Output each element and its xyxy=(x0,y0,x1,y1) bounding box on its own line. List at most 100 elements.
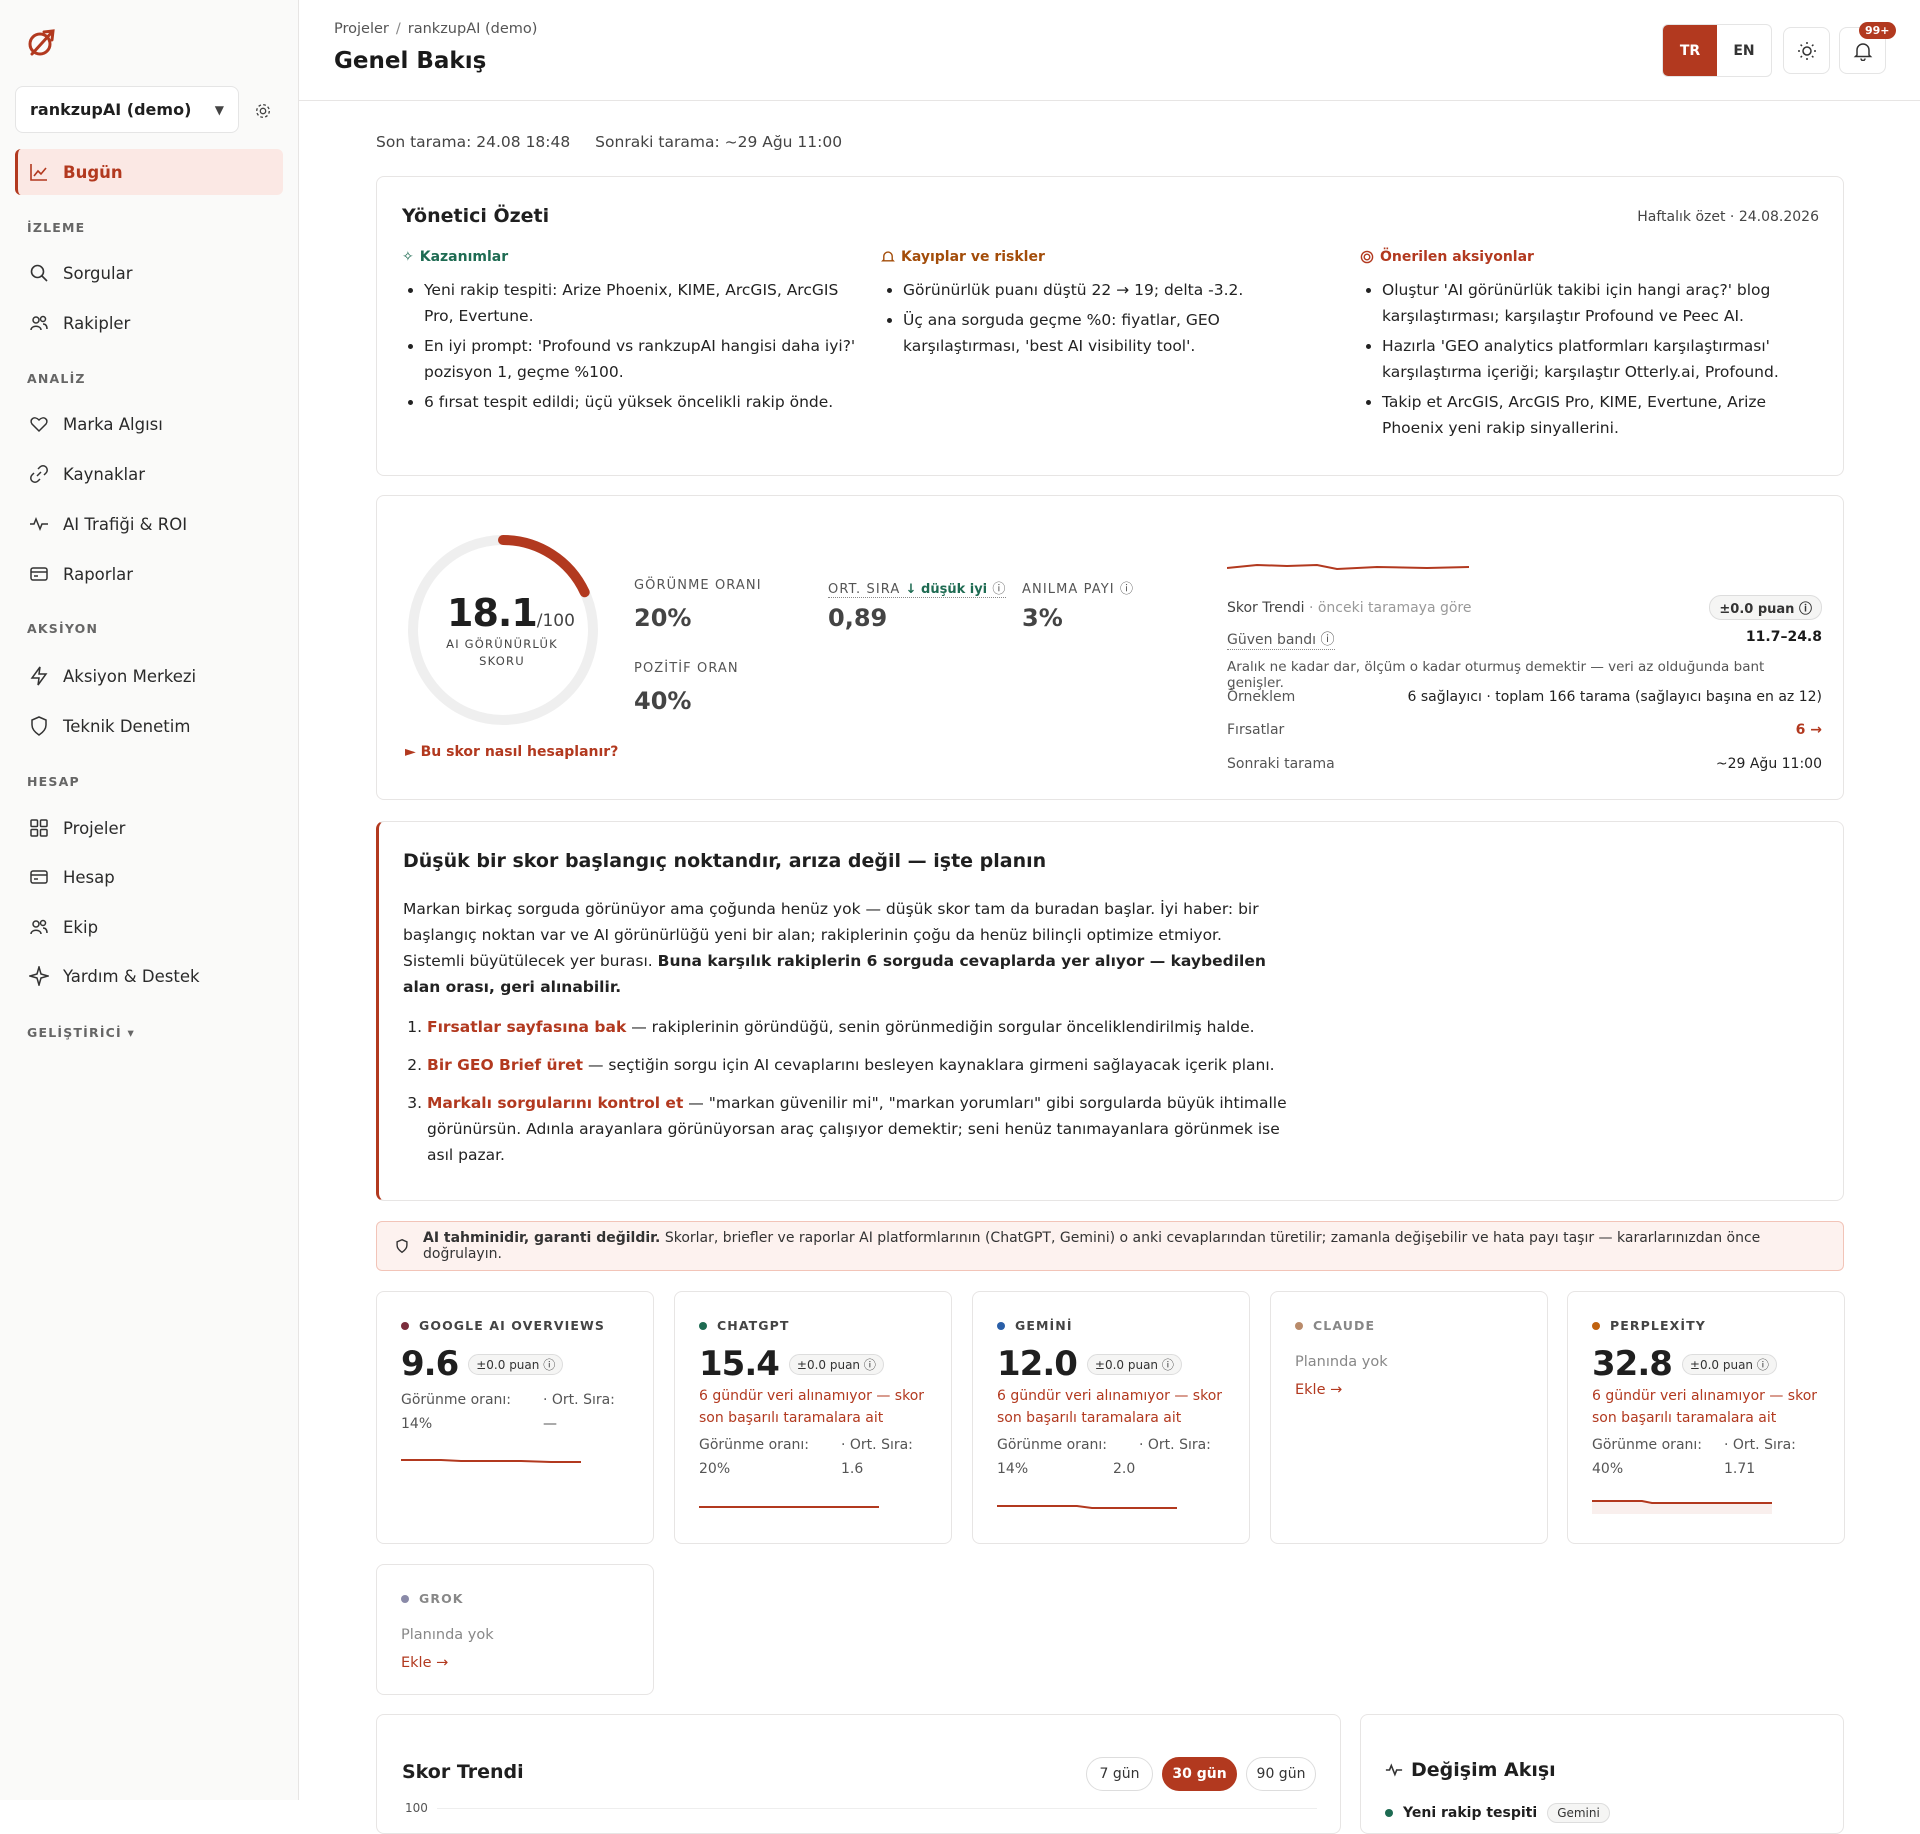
geo-brief-link[interactable]: Bir GEO Brief üret xyxy=(427,1056,583,1074)
nav-section-aksiyon: AKSİYON xyxy=(27,621,99,636)
info-icon[interactable]: ⓘ xyxy=(1757,1358,1769,1372)
info-icon[interactable]: ⓘ xyxy=(1162,1358,1174,1372)
info-icon[interactable]: ⓘ xyxy=(1799,602,1812,617)
sidebar-item-marka[interactable]: Marka Algısı xyxy=(15,401,283,447)
score-value: 18.1/100 xyxy=(447,591,575,635)
change-feed-card: Değişim Akışı Yeni rakip tespiti Gemini xyxy=(1360,1714,1844,1834)
next-scan-row: Sonraki tarama ~29 Ağu 11:00 xyxy=(1227,756,1822,772)
trend-label-text: Skor Trendi xyxy=(1227,599,1305,616)
risks-title: Kayıplar ve riskler xyxy=(901,249,1045,265)
platform-sparkline xyxy=(699,1506,879,1508)
plan-step: Bir GEO Brief üret — seçtiğin sorgu için… xyxy=(427,1052,1303,1078)
platform-score: 9.6 ±0.0 puan ⓘ xyxy=(401,1344,564,1384)
sidebar-item-aksiyon-merkezi[interactable]: Aksiyon Merkezi xyxy=(15,653,283,699)
sidebar-item-kaynaklar[interactable]: Kaynaklar xyxy=(15,451,283,497)
info-icon[interactable]: ⓘ xyxy=(1120,582,1134,597)
band-row: Güven bandı ⓘ 11.7–24.8 xyxy=(1227,629,1822,650)
sun-icon xyxy=(1797,41,1816,60)
breadcrumb-separator: / xyxy=(395,21,401,37)
platform-add-link[interactable]: Ekle → xyxy=(1295,1382,1342,1398)
summary-bullet: Üç ana sorguda geçme %0: fiyatlar, GEO k… xyxy=(903,307,1341,359)
platform-name: GEMİNİ xyxy=(997,1318,1073,1333)
range-tab-30[interactable]: 30 gün xyxy=(1162,1757,1237,1791)
platform-name-text: GOOGLE AI OVERVIEWS xyxy=(419,1318,605,1333)
plan-steps: Fırsatlar sayfasına bak — rakiplerinin g… xyxy=(403,1014,1303,1180)
info-icon[interactable]: ⓘ xyxy=(992,582,1006,597)
metric-positive-label: POZİTİF ORAN xyxy=(634,661,739,676)
platform-add-link[interactable]: Ekle → xyxy=(401,1655,448,1671)
platform-rank-label: · Ort. Sıra: xyxy=(543,1392,615,1408)
platform-dot xyxy=(401,1321,409,1330)
platform-vis-value: 40% xyxy=(1592,1461,1624,1477)
platform-card-grok[interactable]: GROK Planında yok Ekle → xyxy=(376,1564,654,1695)
score-max: /100 xyxy=(536,611,575,631)
platform-card-gemini[interactable]: GEMİNİ 12.0 ±0.0 puan ⓘ 6 gündür veri alı… xyxy=(972,1291,1250,1544)
lang-tr-button[interactable]: TR xyxy=(1663,25,1717,76)
feed-item[interactable]: Yeni rakip tespiti Gemini xyxy=(1385,1803,1610,1823)
sidebar-item-projeler[interactable]: Projeler xyxy=(15,805,283,851)
sidebar-item-trafik[interactable]: AI Trafiği & ROI xyxy=(15,501,283,547)
score-how-link[interactable]: ► Bu skor nasıl hesaplanır? xyxy=(405,744,618,760)
sidebar-item-teknik[interactable]: Teknik Denetim xyxy=(15,703,283,749)
platform-rank-label: · Ort. Sıra: xyxy=(1724,1437,1796,1453)
platform-rank-value: 2.0 xyxy=(1113,1461,1136,1477)
platform-card-google[interactable]: GOOGLE AI OVERVIEWS 9.6 ±0.0 puan ⓘ Görün… xyxy=(376,1291,654,1544)
risks-heading: Kayıplar ve riskler xyxy=(881,249,1341,265)
sidebar-item-yardim[interactable]: Yardım & Destek xyxy=(15,953,283,999)
executive-summary-date: Haftalık özet · 24.08.2026 xyxy=(1637,209,1819,225)
lightning-icon xyxy=(30,666,48,686)
platform-score: 32.8 ±0.0 puan ⓘ xyxy=(1592,1344,1777,1384)
project-selector[interactable]: rankzupAI (demo) ▼ xyxy=(15,86,239,133)
range-tab-90[interactable]: 90 gün xyxy=(1246,1757,1316,1791)
opportunities-page-link[interactable]: Fırsatlar sayfasına bak xyxy=(427,1018,626,1036)
sidebar-item-hesap[interactable]: Hesap xyxy=(15,854,283,900)
platform-name-text: GROK xyxy=(419,1591,464,1606)
platform-delta-badge: ±0.0 puan ⓘ xyxy=(468,1353,564,1375)
opportunities-link[interactable]: 6 → xyxy=(1796,722,1822,738)
activity-icon xyxy=(1385,1763,1403,1777)
card-icon xyxy=(30,567,48,581)
sidebar-item-sorgular[interactable]: Sorgular xyxy=(15,250,283,296)
platform-rank-label: · Ort. Sıra: xyxy=(841,1437,913,1453)
risks-list: Görünürlük puanı düştü 22 → 19; delta -3… xyxy=(881,277,1341,359)
nav-section-izleme: İZLEME xyxy=(27,220,86,235)
ai-disclaimer-banner: AI tahminidir, garanti değildir. Skorlar… xyxy=(376,1221,1844,1271)
shield-icon xyxy=(396,1238,408,1254)
gear-icon[interactable] xyxy=(254,102,272,120)
range-tab-7[interactable]: 7 gün xyxy=(1086,1757,1153,1791)
sidebar-item-label: Teknik Denetim xyxy=(63,716,191,736)
platform-name: PERPLEXİTY xyxy=(1592,1318,1706,1333)
info-icon[interactable]: ⓘ xyxy=(864,1358,876,1372)
platform-dot xyxy=(699,1321,707,1330)
wins-list: Yeni rakip tespiti: Arize Phoenix, KIME,… xyxy=(402,277,862,415)
platform-vis-label: Görünme oranı: xyxy=(997,1437,1107,1453)
sidebar-item-ekip[interactable]: Ekip xyxy=(15,904,283,950)
platform-sparkline xyxy=(1592,1500,1772,1514)
sample-row: Örneklem 6 sağlayıcı · toplam 166 tarama… xyxy=(1227,689,1822,705)
platform-card-perplexity[interactable]: PERPLEXİTY 32.8 ±0.0 puan ⓘ 6 gündür veri… xyxy=(1567,1291,1845,1544)
branded-queries-link[interactable]: Markalı sorgularını kontrol et xyxy=(427,1094,683,1112)
lang-en-button[interactable]: EN xyxy=(1717,25,1771,76)
theme-toggle-button[interactable] xyxy=(1783,27,1830,74)
plan-step-text: — rakiplerinin göründüğü, senin görünmed… xyxy=(626,1018,1255,1036)
sidebar-item-rakipler[interactable]: Rakipler xyxy=(15,300,283,346)
platform-card-chatgpt[interactable]: CHATGPT 15.4 ±0.0 puan ⓘ 6 gündür veri al… xyxy=(674,1291,952,1544)
summary-bullet: Oluştur 'AI görünürlük takibi için hangi… xyxy=(1382,277,1820,329)
plan-step: Fırsatlar sayfasına bak — rakiplerinin g… xyxy=(427,1014,1303,1040)
bell-icon xyxy=(881,251,895,262)
platform-card-claude[interactable]: CLAUDE Planında yok Ekle → xyxy=(1270,1291,1548,1544)
metric-rank-hint: ↓ düşük iyi xyxy=(905,582,988,597)
platform-vis-value: 14% xyxy=(401,1416,433,1432)
info-icon[interactable]: ⓘ xyxy=(543,1358,555,1372)
nav-section-gelistirici[interactable]: GELİŞTİRİCİ ▾ xyxy=(27,1025,135,1040)
platform-rank-value: — xyxy=(543,1416,557,1432)
info-icon[interactable]: ⓘ xyxy=(1321,632,1335,648)
platform-vis-label: Görünme oranı: xyxy=(401,1392,511,1408)
sidebar-item-raporlar[interactable]: Raporlar xyxy=(15,551,283,597)
platform-not-in-plan: Planında yok xyxy=(401,1627,494,1643)
brand-logo-icon[interactable] xyxy=(26,26,58,58)
bell-icon xyxy=(1853,42,1872,61)
breadcrumb-root[interactable]: Projeler xyxy=(334,21,389,37)
sidebar-item-bugun[interactable]: Bugün xyxy=(15,149,283,195)
executive-summary-title: Yönetici Özeti xyxy=(402,205,550,227)
